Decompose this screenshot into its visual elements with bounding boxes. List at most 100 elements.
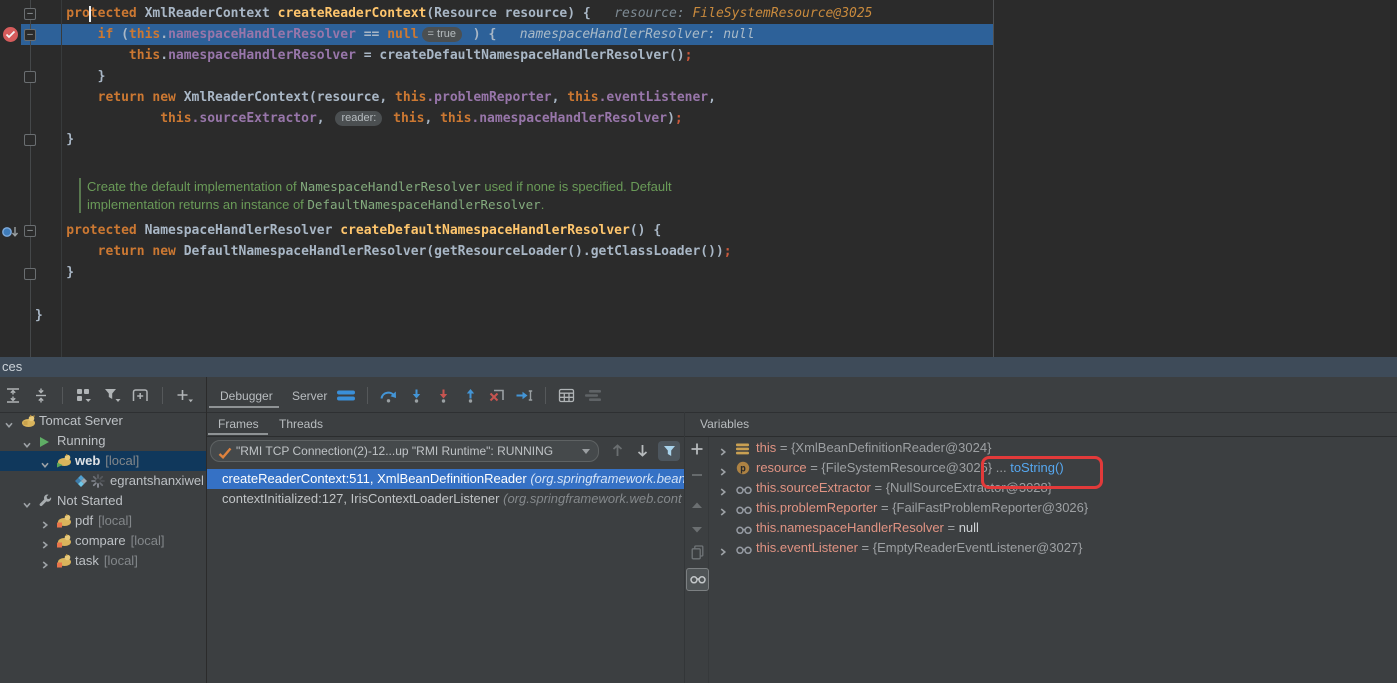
- javadoc-comment: Create the default implementation of Nam…: [79, 178, 672, 213]
- toolbar-divider: [0, 412, 1397, 413]
- code-editor[interactable]: – – – protected XmlReaderContext createRea…: [0, 0, 1397, 357]
- code-line[interactable]: this.sourceExtractor, reader: this, this…: [35, 108, 683, 129]
- tree-item-suffix: [local]: [105, 453, 139, 468]
- chevron-down-icon[interactable]: [4, 416, 14, 431]
- fold-collapse-icon[interactable]: –: [24, 225, 36, 237]
- tree-item-web[interactable]: web[local]: [0, 451, 206, 471]
- fold-end-icon[interactable]: [24, 268, 36, 280]
- breakpoint-icon[interactable]: [3, 27, 18, 42]
- code-line[interactable]: protected XmlReaderContext createReaderC…: [35, 3, 873, 24]
- stack-frame-row[interactable]: createReaderContext:511, XmlBeanDefiniti…: [207, 469, 684, 489]
- code-line[interactable]: this.namespaceHandlerResolver = createDe…: [35, 45, 692, 66]
- frame-location: contextInitialized:127, IrisContextLoade…: [222, 491, 503, 506]
- chevron-down-icon[interactable]: [22, 496, 32, 511]
- previous-frame-icon[interactable]: [611, 443, 624, 463]
- variable-row[interactable]: this.eventListener = {EmptyReaderEventLi…: [709, 538, 1397, 558]
- tree-item-task[interactable]: task[local]: [0, 551, 206, 571]
- fold-end-icon[interactable]: [24, 71, 36, 83]
- frame-package: (org.springframework.bean: [530, 471, 684, 486]
- variable-row[interactable]: this.sourceExtractor = {NullSourceExtrac…: [709, 478, 1397, 498]
- duplicate-icon[interactable]: [686, 545, 708, 565]
- code-token: this: [129, 27, 160, 42]
- tostring-link[interactable]: toString(): [1010, 460, 1063, 475]
- toolbar-separator: [545, 387, 546, 404]
- move-up-icon[interactable]: [686, 496, 708, 514]
- tree-item-compare[interactable]: compare[local]: [0, 531, 206, 551]
- code-line[interactable]: }: [35, 66, 105, 87]
- variable-text: this = {XmlBeanDefinitionReader@3024}: [756, 438, 991, 458]
- add-watch-icon[interactable]: [686, 442, 708, 461]
- resume-icon[interactable]: [336, 385, 356, 405]
- doc-token: used if none is specified. Default: [481, 179, 672, 194]
- tab-frames-underline: [208, 433, 268, 435]
- code-token: null: [387, 27, 418, 42]
- evaluate-expression-icon[interactable]: [557, 385, 575, 405]
- tree-item-tomcat-server[interactable]: Tomcat Server: [0, 411, 206, 431]
- variable-row[interactable]: this = {XmlBeanDefinitionReader@3024}: [709, 438, 1397, 458]
- tree-item-not-started[interactable]: Not Started: [0, 491, 206, 511]
- chevron-down-icon[interactable]: [40, 456, 50, 471]
- code-line[interactable]: protected NamespaceHandlerResolver creat…: [35, 220, 661, 241]
- thread-selector-dropdown[interactable]: "RMI TCP Connection(2)-12...up "RMI Runt…: [210, 440, 599, 462]
- chevron-right-icon[interactable]: [40, 536, 50, 551]
- tree-item-label: Not Started: [57, 491, 123, 511]
- chevron-right-icon[interactable]: [718, 543, 728, 563]
- step-into-icon[interactable]: [407, 385, 425, 405]
- services-toolbar: [4, 384, 193, 406]
- code-line[interactable]: }: [35, 305, 43, 326]
- tab-frames[interactable]: Frames: [218, 417, 259, 431]
- expand-all-icon[interactable]: [4, 385, 22, 405]
- services-toolwindow-header[interactable]: ces: [0, 357, 1397, 377]
- code-token: ;: [675, 111, 683, 126]
- chevron-down-icon[interactable]: [22, 436, 32, 451]
- variable-name: this.namespaceHandlerResolver: [756, 520, 944, 535]
- code-line[interactable]: }: [35, 262, 74, 283]
- running-icon: [38, 434, 50, 451]
- equals-sign: =: [858, 540, 873, 555]
- drop-frame-icon[interactable]: [488, 385, 506, 405]
- code-token: protected: [35, 223, 145, 238]
- variable-row[interactable]: this.problemReporter = {FailFastProblemR…: [709, 498, 1397, 518]
- variable-value: null: [959, 520, 979, 535]
- force-step-into-icon[interactable]: [434, 385, 452, 405]
- code-line[interactable]: }: [35, 129, 74, 150]
- panel-divider-left[interactable]: [206, 377, 207, 683]
- filter-icon[interactable]: [103, 385, 121, 405]
- code-token: ;: [685, 48, 693, 63]
- services-title: ces: [2, 359, 22, 374]
- step-over-icon[interactable]: [379, 385, 398, 405]
- code-token: FileSystemResource@3025: [692, 6, 872, 21]
- collapse-all-icon[interactable]: [32, 385, 50, 405]
- fold-collapse-icon[interactable]: –: [24, 8, 36, 20]
- tree-item-running[interactable]: Running: [0, 431, 206, 451]
- tree-item-pdf[interactable]: pdf[local]: [0, 511, 206, 531]
- code-line[interactable]: if (this.namespaceHandlerResolver == nul…: [35, 24, 755, 45]
- code-line[interactable]: return new XmlReaderContext(resource, th…: [35, 87, 716, 108]
- overridden-method-icon[interactable]: [1, 225, 19, 244]
- code-token: XmlReaderContext(resource,: [184, 90, 395, 105]
- chevron-right-icon[interactable]: [40, 556, 50, 571]
- tab-threads[interactable]: Threads: [279, 417, 323, 431]
- run-to-cursor-icon[interactable]: [515, 385, 534, 405]
- chevron-right-icon[interactable]: [40, 516, 50, 531]
- variable-row[interactable]: presource = {FileSystemResource@3025} ..…: [709, 458, 1397, 478]
- tab-server[interactable]: Server: [292, 389, 327, 403]
- remove-watch-icon[interactable]: [686, 468, 708, 487]
- code-line[interactable]: return new DefaultNamespaceHandlerResolv…: [35, 241, 732, 262]
- add-application-server-icon[interactable]: [131, 385, 150, 405]
- hide-frames-filter-icon[interactable]: [658, 441, 680, 461]
- stack-frame-row[interactable]: contextInitialized:127, IrisContextLoade…: [207, 489, 684, 509]
- panel-divider-frames[interactable]: [684, 412, 685, 683]
- fold-end-icon[interactable]: [24, 134, 36, 146]
- tree-item-egrantshanxiwel[interactable]: egrantshanxiwel: [0, 471, 206, 491]
- tab-debugger[interactable]: Debugger: [220, 389, 273, 403]
- variable-row[interactable]: this.namespaceHandlerResolver = null: [709, 518, 1397, 538]
- layout-settings-icon[interactable]: [584, 385, 602, 405]
- group-by-icon[interactable]: [75, 385, 93, 405]
- fold-collapse-icon[interactable]: –: [24, 29, 36, 41]
- step-out-icon[interactable]: [461, 385, 479, 405]
- next-frame-icon[interactable]: [636, 443, 649, 463]
- add-icon[interactable]: [175, 385, 193, 405]
- show-watches-icon[interactable]: [686, 568, 709, 591]
- move-down-icon[interactable]: [686, 521, 708, 539]
